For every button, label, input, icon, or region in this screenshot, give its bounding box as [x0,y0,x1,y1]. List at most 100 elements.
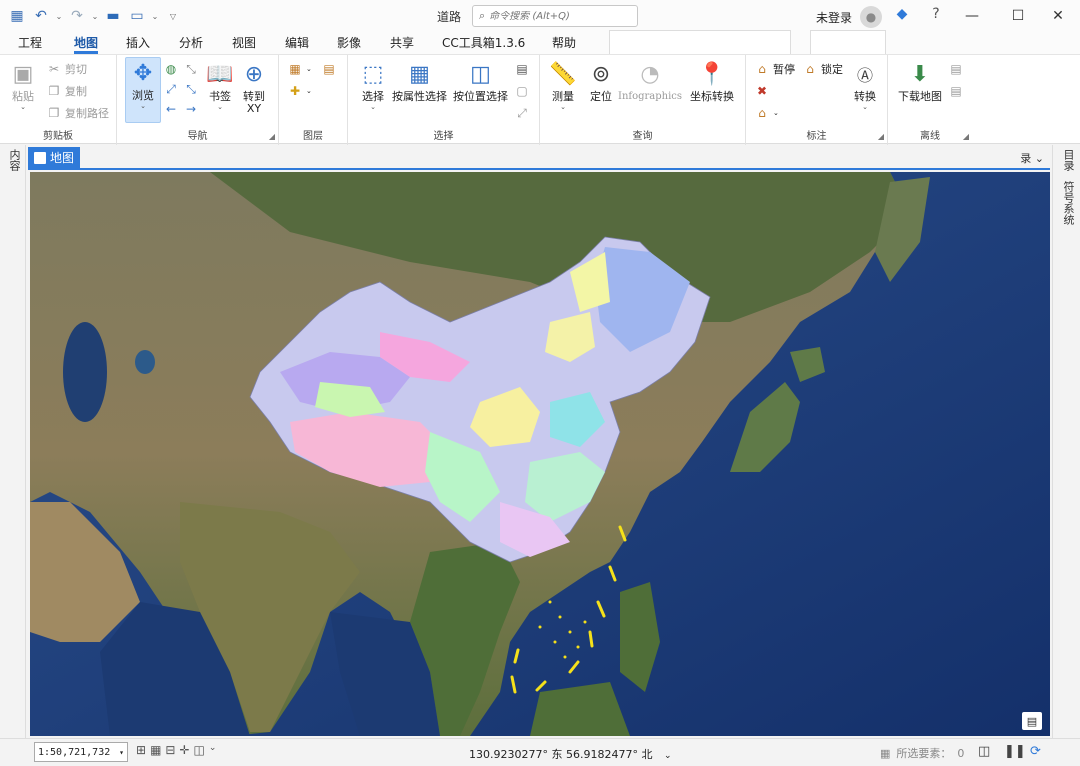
status-bar: 1:50,721,732 ▾ ⊞ ▦ ⊟ ✛ ◫ ⌄ 130.9230277° … [0,738,1080,766]
undo-icon[interactable]: ↶ [30,5,52,27]
close-button[interactable]: ✕ [1035,0,1080,32]
tab-8[interactable]: CC工具箱1.3.6 [442,34,525,54]
remove-offline-button[interactable]: ▤ [948,83,964,99]
select-button[interactable]: ⬚ 选择 ⌄ [358,59,388,112]
unplaced-labels-button[interactable]: ✖ [754,83,770,99]
sign-in-link[interactable]: 未登录 [816,9,852,26]
convert-labels-button[interactable]: Ⓐ 转换 ⌄ [850,59,880,111]
redo-dropdown-icon[interactable]: ⌄ [90,5,100,27]
quick-access-toolbar: ▦ ↶ ⌄ ↷ ⌄ ▬ ▭ ⌄ ▽ [0,5,178,27]
user-area: 未登录 ● [816,6,883,28]
rotate-icon[interactable]: ◫ [194,743,205,757]
offline-launcher-icon[interactable]: ◢ [963,132,969,141]
bookmarks-button[interactable]: 📖 书签 ⌄ [205,59,235,112]
zoom-in-arrows-icon: ⤢ [166,81,176,96]
zoom-fixed-button[interactable]: ⤡ [183,61,199,77]
tab-5[interactable]: 编辑 [285,34,309,54]
infographics-button[interactable]: ◔ Infographics [618,59,682,103]
navigate-launcher-icon[interactable]: ◢ [269,132,275,141]
tab-6[interactable]: 影像 [337,34,361,54]
copy-path-button[interactable]: ❐ 复制路径 [46,105,109,121]
minimize-button[interactable]: — [949,0,995,32]
catalog-pane-label[interactable]: 目录 [1060,149,1076,171]
contents-pane-collapsed[interactable]: 内容 [0,145,26,738]
labeling-launcher-icon[interactable]: ◢ [878,132,884,141]
chat-icon[interactable]: ▤ [1022,712,1042,730]
locate-button[interactable]: ⊚ 定位 [586,59,616,103]
lock-labels-button[interactable]: ⌂ 锁定 [802,61,843,77]
view-options-dropdown[interactable]: 录 ⌄ [1020,150,1044,166]
sync-button[interactable]: ▤ [948,61,964,77]
basemap-button[interactable]: ▦ ⌄ [287,61,312,77]
explore-button[interactable]: ✥ 浏览 ⌄ [125,57,161,123]
add-data-button[interactable]: ✚ ⌄ [287,83,312,99]
select-by-location-button[interactable]: ◫ 按位置选择 [453,59,508,103]
map-view[interactable]: ▤ [30,172,1050,736]
tab-1[interactable]: 地图 [74,34,99,54]
paste-button[interactable]: ▣ 粘贴 ⌄ [8,59,38,112]
redo-icon[interactable]: ↷ [66,5,88,27]
add-preset-button[interactable]: ▤ [321,61,337,77]
map-view-tab[interactable]: 地图 [28,147,80,168]
fixed-zoom-out-button[interactable]: ⤡ [183,81,199,97]
notification-icon[interactable]: ◆ [892,6,912,22]
project-icon[interactable]: ▦ [6,5,28,27]
snapping-icon[interactable]: ⊞ [136,743,146,757]
label-priority-button[interactable]: ⌂ ⌄ [754,105,779,121]
layout-dropdown-icon[interactable]: ⌄ [150,5,160,27]
title-bar: ▦ ↶ ⌄ ↷ ⌄ ▬ ▭ ⌄ ▽ 道路 ⌕ 未登录 ● ◆ ? — ☐ ✕ [0,0,1080,32]
clear-icon: ▢ [516,84,528,98]
pin-icon: 📍 [698,61,726,87]
tab-7[interactable]: 共享 [390,34,414,54]
customize-qat-icon[interactable]: ▽ [168,5,178,27]
copy-button[interactable]: ❐ 复制 [46,83,87,99]
cut-button[interactable]: ✂ 剪切 [46,61,87,77]
refresh-icon[interactable]: ⟳ [1030,744,1041,759]
chevron-down-icon[interactable]: ⌄ [209,743,217,757]
copy-path-icon: ❐ [48,106,60,120]
zoom-selection-icon: ⤢ [517,105,527,120]
open-folder-icon[interactable]: ▬ [102,5,124,27]
avatar-icon[interactable]: ● [860,6,883,28]
scale-selector[interactable]: 1:50,721,732 ▾ [34,742,128,762]
attributes-button[interactable]: ▤ [514,61,530,77]
zoom-to-selection-button[interactable]: ⤢ [514,105,530,121]
pause-drawing-icon[interactable]: ❚❚ [1004,744,1026,759]
goto-xy-button[interactable]: ⊕ 转到 XY [239,59,269,115]
command-search[interactable]: ⌕ [472,5,638,27]
refresh-view-icon[interactable]: ◫ [978,744,990,759]
tab-2[interactable]: 插入 [126,34,150,54]
paste-icon: ▣ [12,61,34,87]
contents-pane-label[interactable]: 内容 [6,149,22,171]
tab-4[interactable]: 视图 [232,34,256,54]
tab-3[interactable]: 分析 [179,34,203,54]
tab-0[interactable]: 工程 [18,34,42,54]
download-map-button[interactable]: ⬇ 下载地图 [898,59,942,103]
clear-selection-button[interactable]: ▢ [514,83,530,99]
undo-dropdown-icon[interactable]: ⌄ [54,5,64,27]
coordinate-convert-button[interactable]: 📍 坐标转换 [690,59,734,103]
map-canvas[interactable] [30,172,1050,736]
next-extent-button[interactable]: → [183,101,199,117]
previous-extent-button[interactable]: ← [163,101,179,117]
measure-button[interactable]: 📏 测量 ⌄ [548,59,578,112]
basemap-icon: ▦ [289,62,301,76]
constraint-icon[interactable]: ⊟ [165,743,175,757]
tab-9[interactable]: 帮助 [552,34,576,54]
pause-labels-button[interactable]: ⌂ 暂停 [754,61,795,77]
command-search-input[interactable] [489,10,630,22]
layout-icon[interactable]: ▭ [126,5,148,27]
group-selection: ⬚ 选择 ⌄ ▦ 按属性选择 ◫ 按位置选择 ▤ ▢ ⤢ 选择 [348,55,540,145]
select-by-attributes-button[interactable]: ▦ 按属性选择 [392,59,447,103]
crosshair-icon[interactable]: ✛ [179,743,189,757]
goto-xy-label: 转到 XY [243,90,265,115]
priority-icon: ⌂ [758,106,766,120]
help-icon[interactable]: ? [926,6,946,22]
symbology-pane-label[interactable]: 符号系统 [1060,181,1076,225]
grid-icon[interactable]: ▦ [150,743,161,757]
fixed-zoom-in-button[interactable]: ⤢ [163,81,179,97]
full-extent-button[interactable]: ◍ [163,61,179,77]
sync-icon: ▤ [950,62,962,76]
coords-dropdown-icon[interactable]: ⌄ [664,751,672,761]
crosshair-icon: ⊕ [244,61,264,87]
